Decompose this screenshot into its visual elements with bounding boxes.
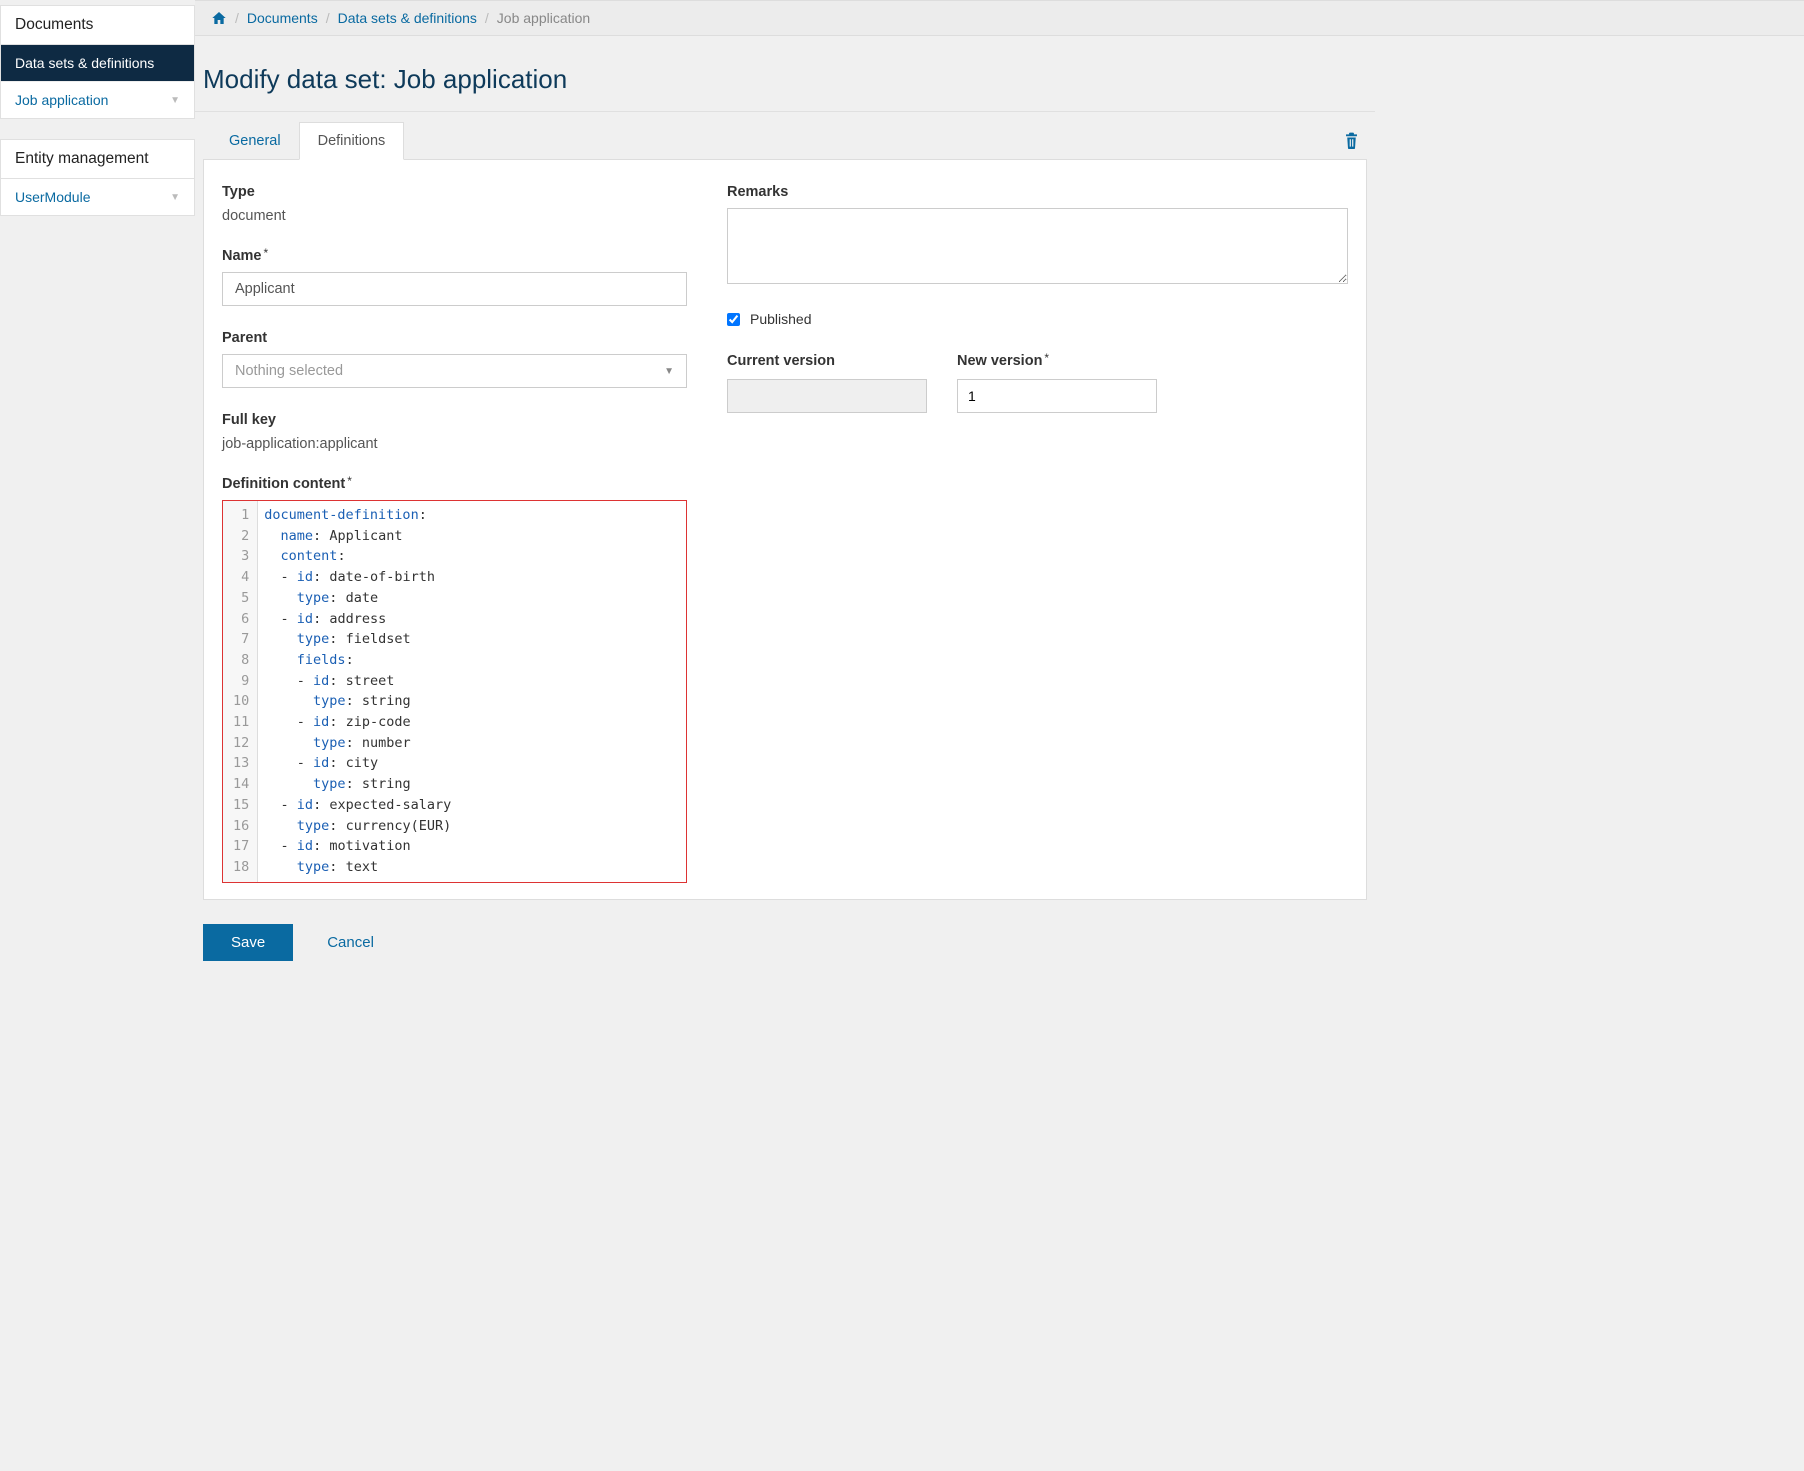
breadcrumb-separator: / [485,10,489,26]
delete-button[interactable] [1344,132,1359,149]
parent-select[interactable]: Nothing selected ▼ [222,354,687,388]
name-label: Name* [222,248,687,264]
breadcrumb-documents[interactable]: Documents [247,10,318,26]
defcontent-label: Definition content* [222,476,687,492]
breadcrumb-separator: / [235,10,239,26]
new-version-input[interactable] [957,379,1157,413]
save-button[interactable]: Save [203,924,293,961]
current-version-input [727,379,927,413]
sidebar-item-label: Data sets & definitions [15,55,154,71]
editor-content[interactable]: document-definition: name: Applicant con… [258,501,686,882]
sidebar-item-label: UserModule [15,189,90,205]
fullkey-label: Full key [222,412,687,428]
sidebar: Documents Data sets & definitions Job ap… [0,0,195,1471]
published-label: Published [750,311,812,327]
sidebar-item-job-application[interactable]: Job application ▼ [1,82,194,118]
parent-label: Parent [222,330,687,346]
breadcrumb: / Documents / Data sets & definitions / … [195,0,1804,36]
cancel-button[interactable]: Cancel [323,924,378,961]
tab-general[interactable]: General [211,123,299,159]
sidebar-item-label: Job application [15,92,108,108]
trash-icon [1344,132,1359,149]
current-version-label: Current version [727,353,927,369]
caret-down-icon: ▼ [170,192,180,203]
new-version-label: New version* [957,353,1157,369]
tab-bar: General Definitions [203,122,1367,160]
editor-gutter: 123456789101112131415161718 [223,501,258,882]
caret-down-icon: ▼ [664,366,674,377]
title-rule [195,111,1375,112]
published-checkbox[interactable] [727,313,740,326]
sidebar-header-entity: Entity management [1,140,194,179]
breadcrumb-current: Job application [497,10,590,26]
type-value: document [222,208,687,224]
parent-placeholder: Nothing selected [235,363,343,379]
sidebar-header-documents: Documents [1,6,194,45]
remarks-input[interactable] [727,208,1348,284]
type-label: Type [222,184,687,200]
name-input[interactable] [222,272,687,306]
sidebar-item-datasets[interactable]: Data sets & definitions [1,45,194,82]
breadcrumb-datasets[interactable]: Data sets & definitions [338,10,477,26]
definition-editor[interactable]: 123456789101112131415161718 document-def… [222,500,687,883]
page-title: Modify data set: Job application [195,64,1375,95]
tab-definitions[interactable]: Definitions [299,122,405,160]
caret-down-icon: ▼ [170,95,180,106]
fullkey-value: job-application:applicant [222,436,687,452]
remarks-label: Remarks [727,184,1348,200]
breadcrumb-separator: / [326,10,330,26]
sidebar-item-usermodule[interactable]: UserModule ▼ [1,179,194,215]
home-icon[interactable] [211,10,227,26]
